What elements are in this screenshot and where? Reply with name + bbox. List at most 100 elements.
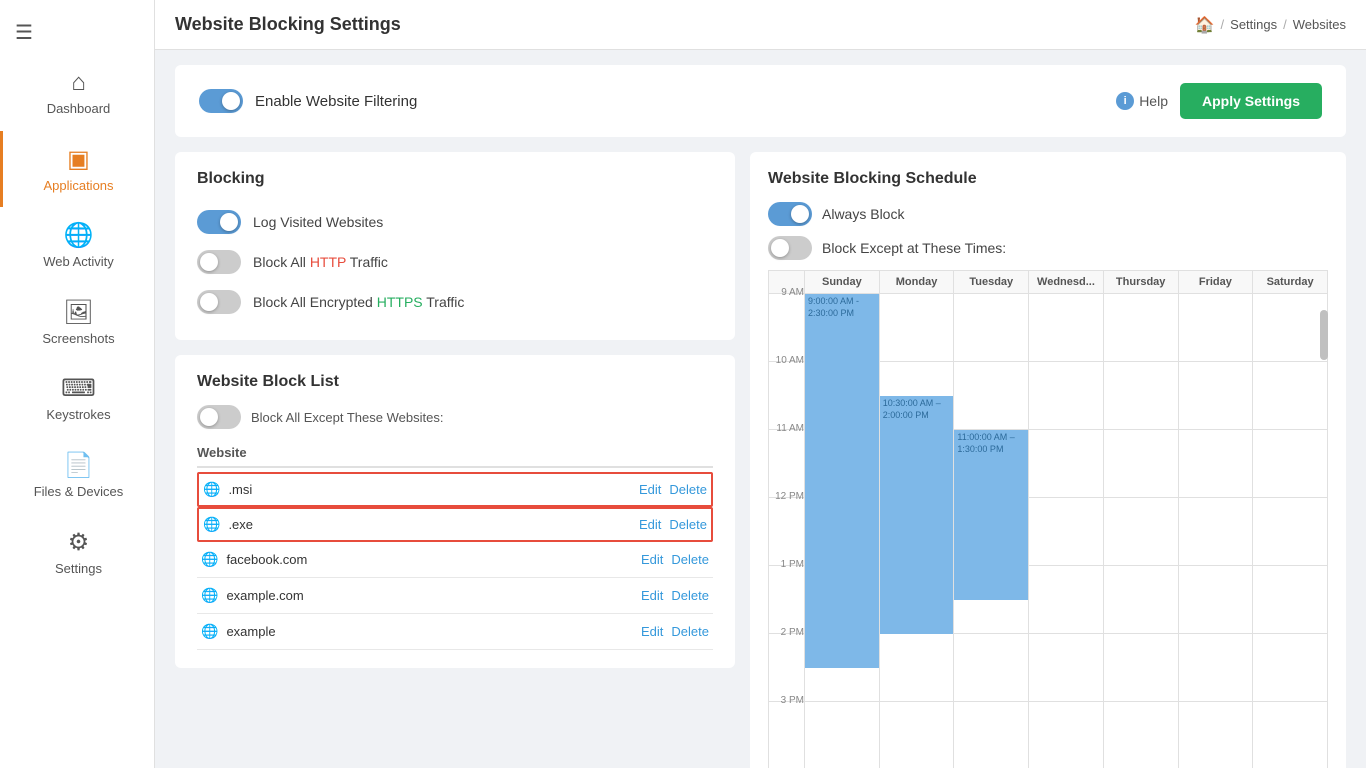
calendar-cell-monday-row3[interactable]	[879, 498, 954, 566]
log-visited-toggle[interactable]	[197, 210, 241, 234]
blocking-option-https: Block All Encrypted HTTPS Traffic	[197, 282, 713, 322]
calendar-cell-monday-row2[interactable]	[879, 430, 954, 498]
header: Website Blocking Settings 🏠 / Settings /…	[155, 0, 1366, 50]
sidebar-item-files-devices[interactable]: 📄 Files & Devices	[0, 437, 154, 514]
calendar-cell-friday-row3[interactable]	[1178, 498, 1253, 566]
calendar-cell-thursday-row2[interactable]	[1103, 430, 1178, 498]
calendar-cell-sunday-row1[interactable]	[805, 362, 880, 430]
sidebar-item-applications[interactable]: ▣ Applications	[0, 131, 154, 208]
home-icon[interactable]: 🏠	[1195, 15, 1215, 35]
calendar-cell-thursday-row5[interactable]	[1103, 634, 1178, 702]
calendar-cell-sunday-row6[interactable]	[805, 702, 880, 768]
toggle-thumb	[200, 253, 218, 271]
calendar-cell-friday-row2[interactable]	[1178, 430, 1253, 498]
calendar-cell-wednesday-row2[interactable]	[1029, 430, 1104, 498]
calendar-cell-wednesday-row0[interactable]	[1029, 294, 1104, 362]
sidebar-item-settings[interactable]: ⚙ Settings	[0, 514, 154, 591]
calendar-cell-monday-row5[interactable]	[879, 634, 954, 702]
edit-link[interactable]: Edit	[639, 482, 661, 497]
apply-settings-button[interactable]: Apply Settings	[1180, 83, 1322, 119]
block-http-label: Block All HTTP Traffic	[253, 254, 388, 270]
calendar-cell-friday-row6[interactable]	[1178, 702, 1253, 768]
calendar-cell-tuesday-row5[interactable]	[954, 634, 1029, 702]
calendar-cell-wednesday-row5[interactable]	[1029, 634, 1104, 702]
calendar-cell-thursday-row3[interactable]	[1103, 498, 1178, 566]
calendar-cell-monday-row0[interactable]	[879, 294, 954, 362]
calendar-cell-tuesday-row4[interactable]	[954, 566, 1029, 634]
calendar-cell-saturday-row5[interactable]	[1253, 634, 1328, 702]
calendar-cell-friday-row1[interactable]	[1178, 362, 1253, 430]
blocking-card: Blocking Log Visited Websites	[175, 152, 735, 340]
block-except-toggle[interactable]	[197, 405, 241, 429]
log-visited-label: Log Visited Websites	[253, 214, 383, 230]
site-name: .exe	[228, 517, 639, 532]
calendar-cell-saturday-row1[interactable]	[1253, 362, 1328, 430]
calendar-cell-tuesday-row1[interactable]	[954, 362, 1029, 430]
calendar-cell-thursday-row4[interactable]	[1103, 566, 1178, 634]
edit-link[interactable]: Edit	[641, 624, 663, 639]
blocking-title: Blocking	[197, 170, 713, 188]
calendar-cell-saturday-row2[interactable]	[1253, 430, 1328, 498]
block-https-toggle[interactable]	[197, 290, 241, 314]
calendar-cell-friday-row0[interactable]	[1178, 294, 1253, 362]
sidebar-label-keystrokes: Keystrokes	[46, 407, 110, 423]
edit-link[interactable]: Edit	[641, 552, 663, 567]
breadcrumb-websites[interactable]: Websites	[1293, 17, 1346, 32]
schedule-card: Website Blocking Schedule Always Block	[750, 152, 1346, 768]
delete-link[interactable]: Delete	[669, 517, 707, 532]
sidebar-item-dashboard[interactable]: ⌂ Dashboard	[0, 55, 154, 131]
calendar-cell-tuesday-row6[interactable]	[954, 702, 1029, 768]
edit-link[interactable]: Edit	[641, 588, 663, 603]
calendar-cell-tuesday-row3[interactable]	[954, 498, 1029, 566]
tuesday-header: Tuesday	[954, 271, 1029, 294]
calendar-cell-wednesday-row1[interactable]	[1029, 362, 1104, 430]
block-except-times-toggle[interactable]	[768, 236, 812, 260]
sidebar-item-screenshots[interactable]: 🖼 Screenshots	[0, 284, 154, 361]
toggle-track	[197, 250, 241, 274]
calendar-cell-saturday-row3[interactable]	[1253, 498, 1328, 566]
calendar-cell-friday-row4[interactable]	[1178, 566, 1253, 634]
calendar-cell-thursday-row6[interactable]	[1103, 702, 1178, 768]
globe-icon: 🌐	[201, 551, 218, 568]
calendar-cell-monday-row1[interactable]: 10:30:00 AM – 2:00:00 PM	[879, 362, 954, 430]
edit-link[interactable]: Edit	[639, 517, 661, 532]
calendar-cell-tuesday-row0[interactable]	[954, 294, 1029, 362]
page-title: Website Blocking Settings	[175, 14, 401, 35]
two-column-layout: Blocking Log Visited Websites	[175, 152, 1346, 768]
table-row: 🌐 .exe Edit Delete	[197, 507, 713, 542]
enable-filtering-toggle[interactable]	[199, 89, 243, 113]
calendar-cell-sunday-row0[interactable]: 9:00:00 AM - 2:30:00 PM	[805, 294, 880, 362]
sidebar-item-web-activity[interactable]: 🌐 Web Activity	[0, 207, 154, 284]
calendar-cell-sunday-row3[interactable]	[805, 498, 880, 566]
table-row: 🌐 facebook.com Edit Delete	[197, 542, 713, 578]
calendar-cell-thursday-row0[interactable]	[1103, 294, 1178, 362]
calendar-cell-sunday-row4[interactable]	[805, 566, 880, 634]
calendar-cell-saturday-row4[interactable]	[1253, 566, 1328, 634]
calendar-cell-wednesday-row4[interactable]	[1029, 566, 1104, 634]
calendar-cell-monday-row6[interactable]	[879, 702, 954, 768]
calendar-cell-tuesday-row2[interactable]: 11:00:00 AM – 1:30:00 PM	[954, 430, 1029, 498]
delete-link[interactable]: Delete	[669, 482, 707, 497]
time-label: 2 PM	[769, 634, 805, 702]
calendar-cell-sunday-row2[interactable]	[805, 430, 880, 498]
delete-link[interactable]: Delete	[671, 624, 709, 639]
breadcrumb: 🏠 / Settings / Websites	[1195, 15, 1346, 35]
block-http-toggle[interactable]	[197, 250, 241, 274]
calendar-cell-wednesday-row6[interactable]	[1029, 702, 1104, 768]
calendar-cell-friday-row5[interactable]	[1178, 634, 1253, 702]
delete-link[interactable]: Delete	[671, 552, 709, 567]
breadcrumb-settings[interactable]: Settings	[1230, 17, 1277, 32]
always-block-toggle[interactable]	[768, 202, 812, 226]
delete-link[interactable]: Delete	[671, 588, 709, 603]
calendar-cell-saturday-row0[interactable]	[1253, 294, 1328, 362]
sidebar-toggle[interactable]: ☰	[0, 10, 154, 55]
help-button[interactable]: i Help	[1116, 92, 1168, 110]
saturday-header: Saturday	[1253, 271, 1328, 294]
calendar-cell-thursday-row1[interactable]	[1103, 362, 1178, 430]
scroll-thumb[interactable]	[1320, 310, 1328, 360]
calendar-cell-sunday-row5[interactable]	[805, 634, 880, 702]
calendar-cell-saturday-row6[interactable]	[1253, 702, 1328, 768]
calendar-cell-wednesday-row3[interactable]	[1029, 498, 1104, 566]
calendar-cell-monday-row4[interactable]	[879, 566, 954, 634]
sidebar-item-keystrokes[interactable]: ⌨ Keystrokes	[0, 360, 154, 437]
